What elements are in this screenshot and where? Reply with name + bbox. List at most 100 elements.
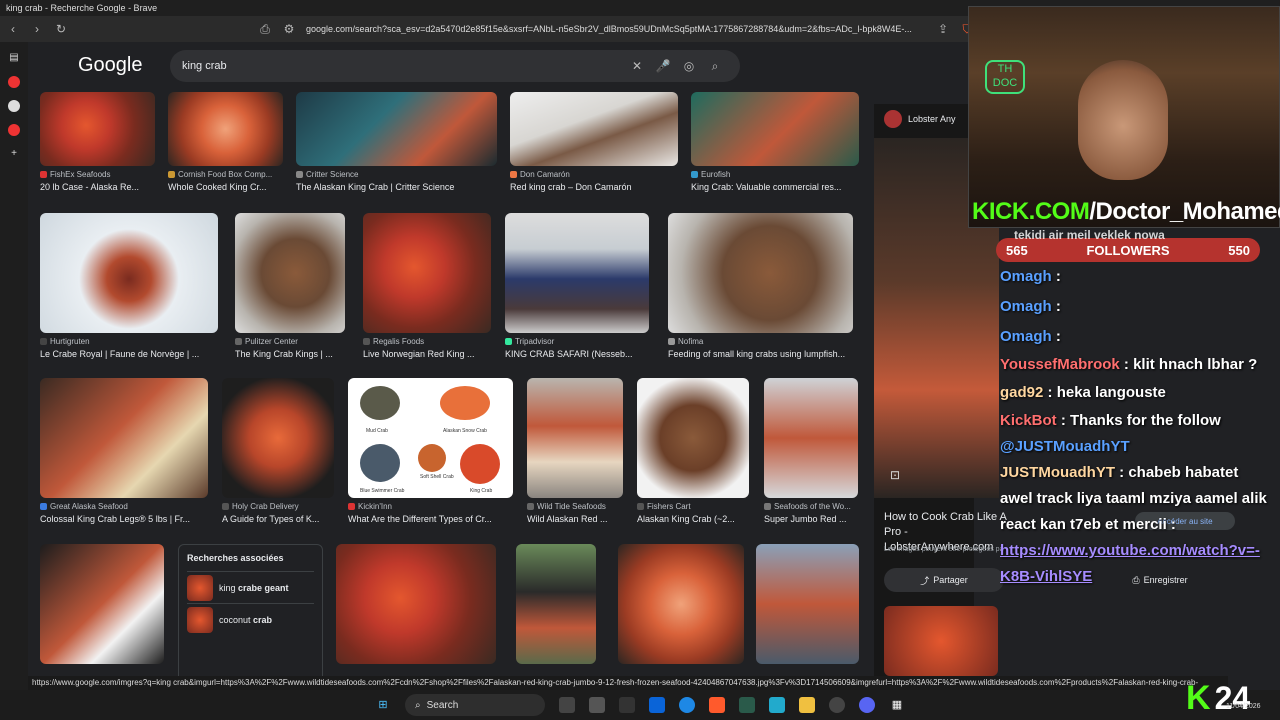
result-thumbnail[interactable] bbox=[336, 544, 496, 664]
result-thumbnail[interactable] bbox=[516, 544, 596, 664]
search-icon[interactable]: ⌕ bbox=[702, 59, 728, 74]
lens-icon[interactable]: ◎ bbox=[676, 59, 702, 73]
pycharm-icon[interactable] bbox=[769, 697, 785, 713]
related-image[interactable] bbox=[884, 606, 998, 676]
image-result[interactable]: Wild Tide Seafoods Wild Alaskan Red ... bbox=[527, 378, 623, 524]
calendar-app-icon[interactable] bbox=[589, 697, 605, 713]
result-title[interactable]: The Alaskan King Crab | Critter Science bbox=[296, 182, 497, 192]
mic-icon[interactable]: 🎤 bbox=[650, 59, 676, 73]
tray-overflow-icon[interactable]: ▦ bbox=[889, 697, 905, 713]
result-title[interactable]: Feeding of small king crabs using lumpfi… bbox=[668, 349, 853, 359]
result-title[interactable]: What Are the Different Types of Cr... bbox=[348, 514, 513, 524]
image-result[interactable]: FishEx Seafoods 20 lb Case - Alaska Re..… bbox=[40, 92, 155, 192]
back-icon[interactable]: ‹ bbox=[6, 22, 20, 36]
result-thumbnail[interactable] bbox=[296, 92, 497, 166]
image-result[interactable] bbox=[516, 544, 596, 664]
result-title[interactable]: A Guide for Types of K... bbox=[222, 514, 334, 524]
image-result[interactable]: Pulitzer Center The King Crab Kings | ..… bbox=[235, 213, 345, 359]
result-source: Kickin'Inn bbox=[358, 502, 392, 511]
image-result[interactable] bbox=[618, 544, 744, 664]
result-thumbnail[interactable] bbox=[235, 213, 345, 333]
result-thumbnail[interactable] bbox=[668, 213, 853, 333]
youtube-icon[interactable] bbox=[8, 76, 20, 88]
image-result[interactable]: Holy Crab Delivery A Guide for Types of … bbox=[222, 378, 334, 524]
google-icon[interactable] bbox=[8, 100, 20, 112]
sidebar-panel-icon[interactable]: ▤ bbox=[8, 52, 20, 64]
file-explorer-icon[interactable] bbox=[799, 697, 815, 713]
related-search-item[interactable]: coconut crab bbox=[187, 603, 314, 635]
result-thumbnail[interactable] bbox=[510, 92, 678, 166]
crab-types-image[interactable]: Mud Crab Alaskan Snow Crab Blue Swimmer … bbox=[348, 378, 513, 498]
brave-icon[interactable] bbox=[709, 697, 725, 713]
result-title[interactable]: Le Crabe Royal | Faune de Norvège | ... bbox=[40, 349, 218, 359]
search-box[interactable]: king crab ✕ 🎤 ◎ ⌕ bbox=[170, 50, 740, 82]
bookmark-icon[interactable]: ⎙ bbox=[258, 22, 272, 37]
share-icon[interactable]: ⇪ bbox=[936, 22, 950, 36]
add-icon[interactable]: + bbox=[8, 148, 20, 160]
result-title[interactable]: Wild Alaskan Red ... bbox=[527, 514, 623, 524]
result-title[interactable]: KING CRAB SAFARI (Nesseb... bbox=[505, 349, 649, 359]
site-info-icon[interactable]: ⚙ bbox=[282, 22, 296, 36]
image-result[interactable] bbox=[756, 544, 859, 664]
youtube-icon[interactable] bbox=[8, 124, 20, 136]
reload-icon[interactable]: ↻ bbox=[54, 22, 68, 36]
search-input[interactable]: king crab bbox=[182, 60, 624, 72]
image-result[interactable]: Eurofish King Crab: Valuable commercial … bbox=[691, 92, 859, 192]
image-result[interactable]: Regalis Foods Live Norwegian Red King ..… bbox=[363, 213, 491, 359]
result-thumbnail[interactable] bbox=[637, 378, 749, 498]
taskbar-search[interactable]: ⌕ Search bbox=[405, 694, 545, 716]
image-result[interactable]: Don Camarón Red king crab – Don Camarón bbox=[510, 92, 678, 192]
image-result[interactable]: Tripadvisor KING CRAB SAFARI (Nesseb... bbox=[505, 213, 649, 359]
result-title[interactable]: Alaskan King Crab (~2... bbox=[637, 514, 749, 524]
result-title[interactable]: Whole Cooked King Cr... bbox=[168, 182, 283, 192]
result-title[interactable]: Live Norwegian Red King ... bbox=[363, 349, 491, 359]
image-result[interactable]: Nofima Feeding of small king crabs using… bbox=[668, 213, 853, 359]
edge-icon[interactable] bbox=[679, 697, 695, 713]
result-title[interactable]: Super Jumbo Red ... bbox=[764, 514, 858, 524]
result-thumbnail[interactable] bbox=[363, 213, 491, 333]
result-thumbnail[interactable] bbox=[222, 378, 334, 498]
result-title[interactable]: 20 lb Case - Alaska Re... bbox=[40, 182, 155, 192]
result-thumbnail[interactable] bbox=[618, 544, 744, 664]
result-thumbnail[interactable] bbox=[505, 213, 649, 333]
image-result[interactable]: Mud Crab Alaskan Snow Crab Blue Swimmer … bbox=[348, 378, 513, 524]
image-result[interactable]: Seafoods of the Wo... Super Jumbo Red ..… bbox=[764, 378, 858, 524]
windows-start-icon[interactable]: ⊞ bbox=[375, 697, 391, 713]
url-field[interactable]: google.com/search?sca_esv=d2a5470d2e85f1… bbox=[306, 24, 926, 34]
lens-icon[interactable]: ⊡ bbox=[890, 468, 900, 482]
preview-site-name[interactable]: Lobster Any bbox=[908, 114, 956, 124]
image-result[interactable]: Fishers Cart Alaskan King Crab (~2... bbox=[637, 378, 749, 524]
result-thumbnail[interactable] bbox=[40, 213, 218, 333]
share-button[interactable]: ⤴ Partager bbox=[884, 568, 1004, 592]
forward-icon[interactable]: › bbox=[30, 22, 44, 36]
chat-message: JUSTMouadhYT : chabeb habatet awel track… bbox=[1000, 460, 1270, 538]
result-title[interactable]: Red king crab – Don Camarón bbox=[510, 182, 678, 192]
app-icon[interactable] bbox=[739, 697, 755, 713]
image-result[interactable] bbox=[40, 544, 164, 664]
image-result[interactable]: Great Alaska Seafood Colossal King Crab … bbox=[40, 378, 208, 524]
result-source: Nofima bbox=[678, 337, 704, 346]
result-thumbnail[interactable] bbox=[756, 544, 859, 664]
image-result[interactable] bbox=[336, 544, 496, 664]
obs-icon[interactable] bbox=[829, 697, 845, 713]
image-result[interactable]: Cornish Food Box Comp... Whole Cooked Ki… bbox=[168, 92, 283, 192]
task-view-icon[interactable] bbox=[559, 697, 575, 713]
result-title[interactable]: The King Crab Kings | ... bbox=[235, 349, 345, 359]
result-thumbnail[interactable] bbox=[168, 92, 283, 166]
result-thumbnail[interactable] bbox=[40, 544, 164, 664]
terminal-icon[interactable] bbox=[619, 697, 635, 713]
discord-icon[interactable] bbox=[859, 697, 875, 713]
result-title[interactable]: King Crab: Valuable commercial res... bbox=[691, 182, 859, 192]
result-thumbnail[interactable] bbox=[691, 92, 859, 166]
result-thumbnail[interactable] bbox=[527, 378, 623, 498]
outlook-icon[interactable] bbox=[649, 697, 665, 713]
related-search-item[interactable]: king crabe geant bbox=[187, 571, 314, 603]
google-logo[interactable]: Google bbox=[78, 54, 143, 77]
result-thumbnail[interactable] bbox=[40, 378, 208, 498]
image-result[interactable]: Hurtigruten Le Crabe Royal | Faune de No… bbox=[40, 213, 218, 359]
clear-icon[interactable]: ✕ bbox=[624, 59, 650, 73]
result-thumbnail[interactable] bbox=[764, 378, 858, 498]
result-title[interactable]: Colossal King Crab Legs® 5 lbs | Fr... bbox=[40, 514, 208, 524]
result-thumbnail[interactable] bbox=[40, 92, 155, 166]
image-result[interactable]: Critter Science The Alaskan King Crab | … bbox=[296, 92, 497, 192]
